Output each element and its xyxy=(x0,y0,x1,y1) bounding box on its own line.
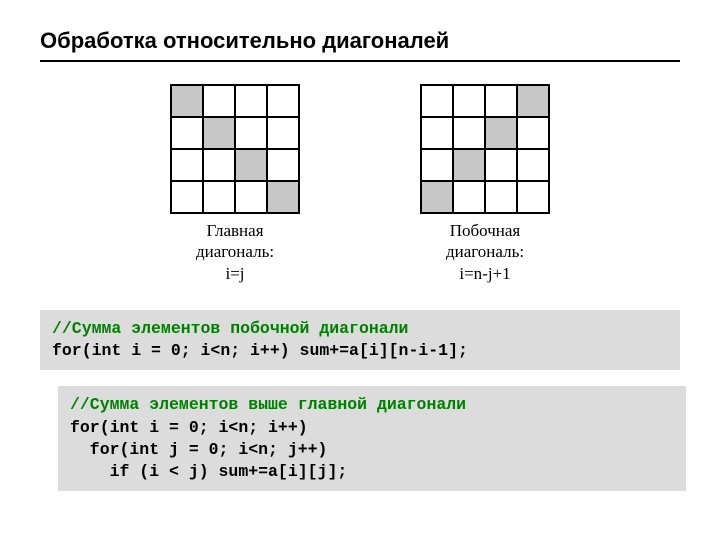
code-line: if (i < j) sum+=a[i][j]; xyxy=(70,462,347,481)
anti-diagonal-block: Побочная диагональ: i=n-j+1 xyxy=(420,84,550,284)
caption-text: i=n-j+1 xyxy=(459,264,510,283)
grid-cell xyxy=(267,181,299,213)
grid-cell xyxy=(235,85,267,117)
grid-cell xyxy=(267,149,299,181)
page-title: Обработка относительно диагоналей xyxy=(40,28,680,62)
grid-cell xyxy=(453,117,485,149)
code-line: for(int j = 0; i<n; j++) xyxy=(70,440,327,459)
grid-cell xyxy=(485,149,517,181)
grid-cell xyxy=(453,85,485,117)
grid-cell xyxy=(235,181,267,213)
grid-cell xyxy=(171,149,203,181)
code-comment: //Сумма элементов выше главной диагонали xyxy=(70,395,466,414)
grid-cell xyxy=(517,149,549,181)
grid-cell xyxy=(421,149,453,181)
grid-cell xyxy=(421,181,453,213)
anti-diagonal-caption: Побочная диагональ: i=n-j+1 xyxy=(446,220,524,284)
grid-cell xyxy=(421,85,453,117)
grid-cell xyxy=(453,149,485,181)
grid-cell xyxy=(203,117,235,149)
code-block-above-main-sum: //Сумма элементов выше главной диагонали… xyxy=(58,386,686,491)
grid-cell xyxy=(203,181,235,213)
anti-diagonal-grid xyxy=(420,84,550,214)
grid-cell xyxy=(171,85,203,117)
grid-cell xyxy=(267,117,299,149)
code-line: for(int i = 0; i<n; i++) xyxy=(70,418,308,437)
grids-row: Главная диагональ: i=j Побочная диагонал… xyxy=(40,84,680,284)
grid-cell xyxy=(517,85,549,117)
grid-cell xyxy=(171,117,203,149)
code-comment: //Сумма элементов побочной диагонали xyxy=(52,319,408,338)
grid-cell xyxy=(453,181,485,213)
grid-cell xyxy=(235,117,267,149)
grid-cell xyxy=(235,149,267,181)
grid-cell xyxy=(421,117,453,149)
caption-text: Побочная xyxy=(450,221,521,240)
main-diagonal-caption: Главная диагональ: i=j xyxy=(196,220,274,284)
caption-text: диагональ: xyxy=(446,242,524,261)
code-block-anti-diagonal-sum: //Сумма элементов побочной диагонали for… xyxy=(40,310,680,371)
grid-cell xyxy=(517,181,549,213)
caption-text: i=j xyxy=(225,264,244,283)
grid-cell xyxy=(171,181,203,213)
grid-cell xyxy=(267,85,299,117)
caption-text: Главная xyxy=(206,221,263,240)
grid-cell xyxy=(203,149,235,181)
code-line: for(int i = 0; i<n; i++) sum+=a[i][n-i-1… xyxy=(52,341,468,360)
main-diagonal-block: Главная диагональ: i=j xyxy=(170,84,300,284)
grid-cell xyxy=(517,117,549,149)
grid-cell xyxy=(485,85,517,117)
grid-cell xyxy=(485,181,517,213)
caption-text: диагональ: xyxy=(196,242,274,261)
main-diagonal-grid xyxy=(170,84,300,214)
grid-cell xyxy=(485,117,517,149)
grid-cell xyxy=(203,85,235,117)
